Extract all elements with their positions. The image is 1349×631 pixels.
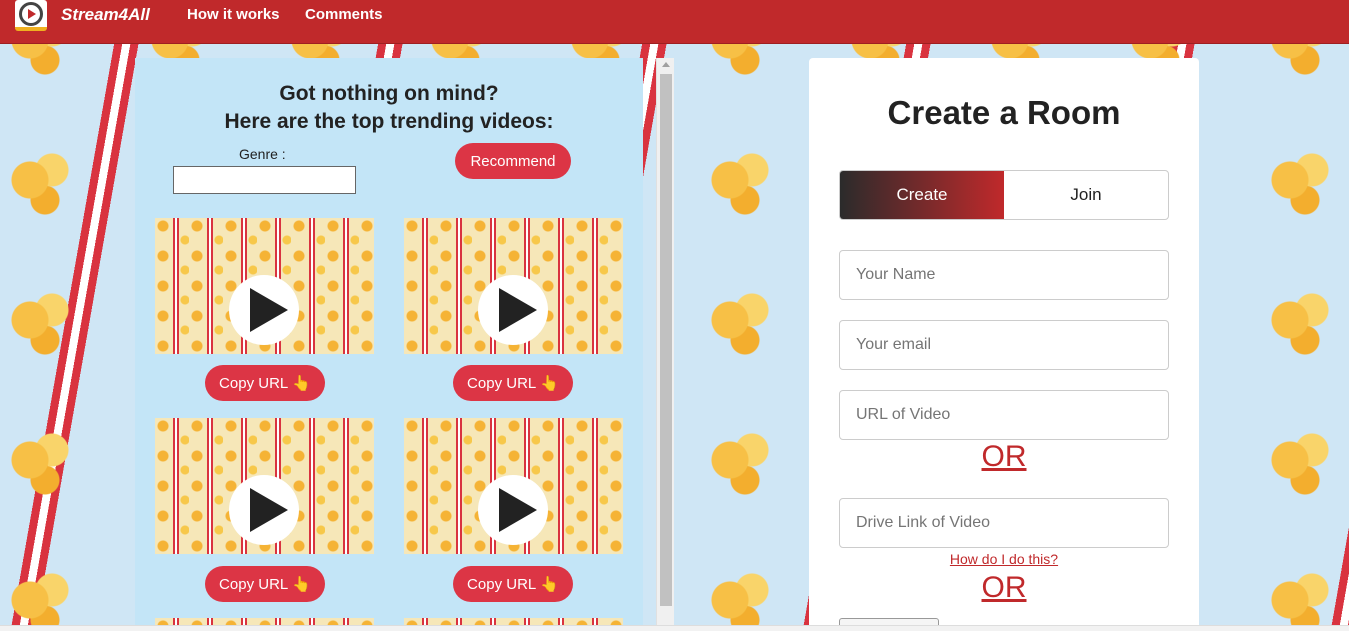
how-to-link[interactable]: How do I do this? bbox=[809, 551, 1199, 567]
nav-link-how-it-works[interactable]: How it works bbox=[187, 6, 280, 23]
tab-create[interactable]: Create bbox=[840, 171, 1004, 219]
play-icon[interactable] bbox=[478, 275, 548, 345]
trending-title-line1: Got nothing on mind? bbox=[279, 82, 499, 105]
copy-url-label: Copy URL bbox=[467, 374, 537, 392]
nav-link-comments[interactable]: Comments bbox=[305, 6, 383, 23]
scroll-up-icon[interactable] bbox=[662, 62, 670, 67]
play-icon[interactable] bbox=[229, 475, 299, 545]
email-field[interactable] bbox=[839, 320, 1169, 370]
bottom-bar bbox=[0, 625, 1349, 631]
create-room-card: Create a Room Create Join OR How do I do… bbox=[809, 58, 1199, 631]
pointing-hand-icon: 👆 bbox=[540, 576, 559, 593]
create-join-toggle: Create Join bbox=[839, 170, 1169, 220]
video-thumbnail-2[interactable] bbox=[404, 218, 623, 354]
video-thumbnail-1[interactable] bbox=[155, 218, 374, 354]
video-url-field[interactable] bbox=[839, 390, 1169, 440]
trending-scrollbar[interactable] bbox=[656, 58, 674, 631]
logo-play-icon[interactable] bbox=[15, 0, 47, 31]
drive-link-field[interactable] bbox=[839, 498, 1169, 548]
pointing-hand-icon: 👆 bbox=[292, 375, 311, 392]
copy-url-button-4[interactable]: Copy URL 👆 bbox=[453, 566, 573, 602]
or-divider-1: OR bbox=[981, 440, 1027, 473]
genre-input[interactable] bbox=[173, 166, 356, 194]
video-thumbnail-4[interactable] bbox=[404, 418, 623, 554]
play-icon[interactable] bbox=[478, 475, 548, 545]
copy-url-button-1[interactable]: Copy URL 👆 bbox=[205, 365, 325, 401]
trending-title-line2: Here are the top trending videos: bbox=[224, 110, 554, 133]
copy-url-button-2[interactable]: Copy URL 👆 bbox=[453, 365, 573, 401]
pointing-hand-icon: 👆 bbox=[292, 576, 311, 593]
copy-url-label: Copy URL bbox=[219, 374, 289, 392]
or-divider-2: OR bbox=[981, 571, 1027, 604]
copy-url-label: Copy URL bbox=[219, 575, 289, 593]
recommend-button[interactable]: Recommend bbox=[455, 143, 571, 179]
scroll-thumb[interactable] bbox=[660, 74, 672, 606]
trending-panel: Got nothing on mind? Here are the top tr… bbox=[135, 58, 643, 631]
name-field[interactable] bbox=[839, 250, 1169, 300]
genre-label: Genre : bbox=[239, 146, 286, 162]
play-icon[interactable] bbox=[229, 275, 299, 345]
copy-url-label: Copy URL bbox=[467, 575, 537, 593]
video-thumbnail-3[interactable] bbox=[155, 418, 374, 554]
tab-join[interactable]: Join bbox=[1004, 171, 1168, 219]
pointing-hand-icon: 👆 bbox=[540, 375, 559, 392]
card-title: Create a Room bbox=[887, 94, 1121, 131]
copy-url-button-3[interactable]: Copy URL 👆 bbox=[205, 566, 325, 602]
brand-name[interactable]: Stream4All bbox=[61, 5, 150, 25]
navbar: Stream4All How it works Comments bbox=[0, 0, 1349, 44]
trending-title: Got nothing on mind? Here are the top tr… bbox=[135, 80, 643, 136]
